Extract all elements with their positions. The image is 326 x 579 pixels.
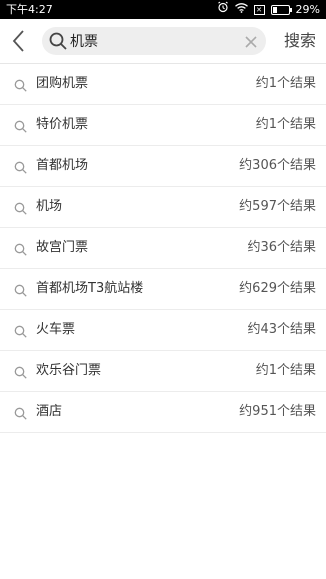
- suggestion-item[interactable]: 火车票 约43个结果: [0, 310, 326, 351]
- search-icon: [14, 241, 27, 256]
- suggestion-result-count: 约951个结果: [239, 404, 316, 419]
- battery-percent: 29%: [295, 3, 320, 16]
- suggestion-label: 酒店: [36, 404, 63, 419]
- suggestion-label: 欢乐谷门票: [36, 363, 102, 378]
- suggestion-label: 特价机票: [36, 117, 89, 132]
- search-input[interactable]: [70, 30, 240, 52]
- suggestion-item[interactable]: 故宫门票 约36个结果: [0, 228, 326, 269]
- search-icon: [48, 31, 68, 51]
- search-icon: [14, 118, 27, 133]
- status-icons: ✕ 29%: [211, 0, 320, 19]
- suggestion-item[interactable]: 特价机票 约1个结果: [0, 105, 326, 146]
- suggestion-result-count: 约1个结果: [255, 363, 316, 378]
- status-time: 下午4:27: [6, 3, 53, 16]
- status-bar: 下午4:27 ✕ 29%: [0, 0, 326, 19]
- suggestion-label: 首都机场: [36, 158, 89, 173]
- search-box[interactable]: [42, 27, 266, 55]
- suggestion-result-count: 约597个结果: [239, 199, 316, 214]
- search-icon: [14, 159, 27, 174]
- back-button[interactable]: [8, 28, 32, 54]
- suggestion-list: 团购机票 约1个结果 特价机票 约1个结果 首都机场 约306个结果 机场 约5…: [0, 63, 326, 433]
- suggestion-result-count: 约43个结果: [247, 322, 316, 337]
- search-header: 搜索: [0, 19, 326, 63]
- suggestion-item[interactable]: 团购机票 约1个结果: [0, 64, 326, 105]
- suggestion-label: 故宫门票: [36, 240, 89, 255]
- suggestion-result-count: 约306个结果: [239, 158, 316, 173]
- suggestion-result-count: 约36个结果: [247, 240, 316, 255]
- suggestion-label: 首都机场T3航站楼: [36, 281, 144, 296]
- suggestion-item[interactable]: 机场 约597个结果: [0, 187, 326, 228]
- suggestion-item[interactable]: 酒店 约951个结果: [0, 392, 326, 433]
- search-icon: [14, 405, 27, 420]
- battery-icon: [270, 4, 292, 15]
- search-icon: [14, 77, 27, 92]
- search-icon: [14, 282, 27, 297]
- suggestion-label: 机场: [36, 199, 63, 214]
- clear-icon: [245, 36, 257, 48]
- suggestion-item[interactable]: 欢乐谷门票 约1个结果: [0, 351, 326, 392]
- search-button[interactable]: 搜索: [277, 19, 323, 63]
- suggestion-item[interactable]: 首都机场 约306个结果: [0, 146, 326, 187]
- wifi-icon: [234, 0, 248, 19]
- suggestion-result-count: 约1个结果: [255, 76, 316, 91]
- suggestion-result-count: 约629个结果: [239, 281, 316, 296]
- search-icon: [14, 323, 27, 338]
- sim-icon: ✕: [253, 4, 265, 15]
- suggestion-result-count: 约1个结果: [255, 117, 316, 132]
- search-icon: [14, 200, 27, 215]
- suggestion-label: 火车票: [36, 322, 76, 337]
- suggestion-label: 团购机票: [36, 76, 89, 91]
- search-icon: [14, 364, 27, 379]
- battery-level-fill: [272, 6, 277, 13]
- chevron-left-icon: [12, 30, 24, 52]
- alarm-icon: [217, 0, 229, 19]
- clear-button[interactable]: [244, 34, 258, 48]
- suggestion-item[interactable]: 首都机场T3航站楼 约629个结果: [0, 269, 326, 310]
